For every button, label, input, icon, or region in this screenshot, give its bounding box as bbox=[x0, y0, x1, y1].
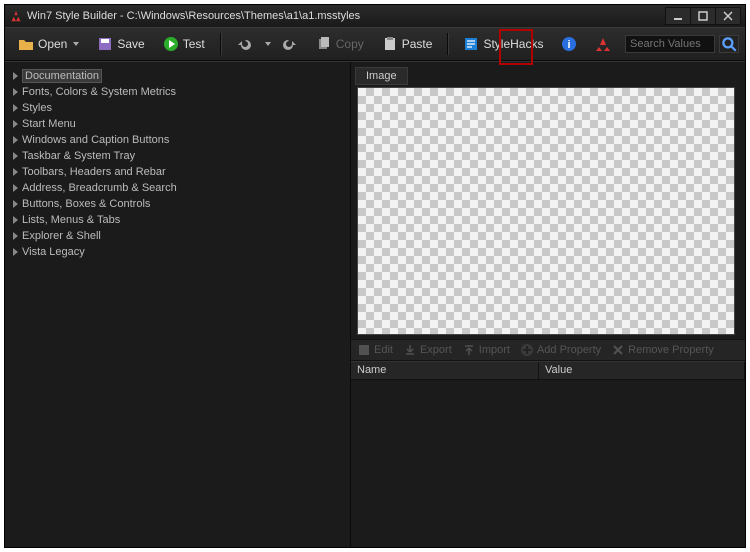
tree-item[interactable]: Windows and Caption Buttons bbox=[9, 132, 346, 148]
property-table-body bbox=[351, 380, 745, 530]
add-property-button[interactable]: Add Property bbox=[520, 343, 601, 357]
tree-pane: Documentation Fonts, Colors & System Metr… bbox=[5, 62, 351, 547]
maximize-button[interactable] bbox=[690, 7, 716, 25]
tree-item-label: Vista Legacy bbox=[22, 246, 85, 258]
tree-item-label: Address, Breadcrumb & Search bbox=[22, 182, 177, 194]
tree-item-label: Documentation bbox=[22, 69, 102, 83]
stylehacks-icon bbox=[463, 36, 479, 52]
export-button[interactable]: Export bbox=[403, 343, 452, 357]
redo-icon bbox=[282, 36, 298, 52]
import-button[interactable]: Import bbox=[462, 343, 510, 357]
test-label: Test bbox=[183, 37, 205, 51]
save-icon bbox=[97, 36, 113, 52]
app-icon bbox=[9, 9, 23, 23]
separator bbox=[220, 33, 221, 55]
save-button[interactable]: Save bbox=[90, 32, 151, 56]
test-button[interactable]: Test bbox=[156, 32, 212, 56]
tree-item-label: Windows and Caption Buttons bbox=[22, 134, 169, 146]
info-button[interactable]: i bbox=[554, 32, 584, 56]
paste-icon bbox=[382, 36, 398, 52]
bug-button[interactable] bbox=[588, 32, 618, 56]
play-icon bbox=[163, 36, 179, 52]
tree-item[interactable]: Documentation bbox=[9, 68, 346, 84]
tree-item[interactable]: Start Menu bbox=[9, 116, 346, 132]
expand-icon bbox=[13, 72, 18, 80]
tree-item[interactable]: Explorer & Shell bbox=[9, 228, 346, 244]
tree-item[interactable]: Taskbar & System Tray bbox=[9, 148, 346, 164]
expand-icon bbox=[13, 200, 18, 208]
expand-icon bbox=[13, 152, 18, 160]
column-header-name[interactable]: Name bbox=[351, 362, 539, 380]
image-tab[interactable]: Image bbox=[355, 67, 408, 85]
separator bbox=[447, 33, 448, 55]
property-table: Name Value bbox=[351, 361, 745, 547]
svg-text:i: i bbox=[568, 39, 571, 51]
expand-icon bbox=[13, 168, 18, 176]
app-window: Win7 Style Builder - C:\Windows\Resource… bbox=[4, 4, 746, 548]
paste-button[interactable]: Paste bbox=[375, 32, 440, 56]
expand-icon bbox=[13, 248, 18, 256]
remove-property-button[interactable]: Remove Property bbox=[611, 343, 714, 357]
undo-icon bbox=[236, 36, 252, 52]
image-preview bbox=[357, 87, 735, 335]
tree-item[interactable]: Address, Breadcrumb & Search bbox=[9, 180, 346, 196]
save-label: Save bbox=[117, 37, 144, 51]
tree-item[interactable]: Vista Legacy bbox=[9, 244, 346, 260]
property-toolbar: Edit Export Import Add Property Remove P… bbox=[351, 339, 745, 361]
add-icon bbox=[520, 343, 534, 357]
tree-item-label: Explorer & Shell bbox=[22, 230, 101, 242]
edit-button[interactable]: Edit bbox=[357, 343, 393, 357]
copy-label: Copy bbox=[336, 37, 364, 51]
search-icon bbox=[720, 35, 738, 53]
expand-icon bbox=[13, 88, 18, 96]
stylehacks-label: StyleHacks bbox=[483, 37, 543, 51]
tree-item-label: Fonts, Colors & System Metrics bbox=[22, 86, 176, 98]
copy-button[interactable]: Copy bbox=[309, 32, 371, 56]
remove-icon bbox=[611, 343, 625, 357]
expand-icon bbox=[13, 216, 18, 224]
tree-item-label: Styles bbox=[22, 102, 52, 114]
undo-button[interactable] bbox=[229, 32, 259, 56]
chevron-down-icon[interactable] bbox=[265, 42, 271, 46]
chevron-down-icon bbox=[73, 42, 79, 46]
info-icon: i bbox=[561, 36, 577, 52]
tree-item[interactable]: Styles bbox=[9, 100, 346, 116]
tree-item[interactable]: Fonts, Colors & System Metrics bbox=[9, 84, 346, 100]
expand-icon bbox=[13, 120, 18, 128]
tree-item[interactable]: Toolbars, Headers and Rebar bbox=[9, 164, 346, 180]
titlebar: Win7 Style Builder - C:\Windows\Resource… bbox=[5, 5, 745, 27]
stylehacks-button[interactable]: StyleHacks bbox=[456, 32, 550, 56]
paste-label: Paste bbox=[402, 37, 433, 51]
expand-icon bbox=[13, 184, 18, 192]
expand-icon bbox=[13, 104, 18, 112]
search-button[interactable] bbox=[719, 35, 739, 53]
column-header-value[interactable]: Value bbox=[539, 362, 745, 380]
tree-item-label: Lists, Menus & Tabs bbox=[22, 214, 120, 226]
open-button[interactable]: Open bbox=[11, 32, 86, 56]
search-input[interactable] bbox=[625, 35, 715, 53]
edit-icon bbox=[357, 343, 371, 357]
tree-item-label: Taskbar & System Tray bbox=[22, 150, 135, 162]
tree-item[interactable]: Lists, Menus & Tabs bbox=[9, 212, 346, 228]
tree-item-label: Buttons, Boxes & Controls bbox=[22, 198, 150, 210]
open-label: Open bbox=[38, 37, 67, 51]
folder-icon bbox=[18, 36, 34, 52]
import-icon bbox=[462, 343, 476, 357]
tree-item-label: Toolbars, Headers and Rebar bbox=[22, 166, 166, 178]
main-toolbar: Open Save Test Copy Paste Sty bbox=[5, 27, 745, 61]
window-title: Win7 Style Builder - C:\Windows\Resource… bbox=[27, 10, 666, 22]
bug-icon bbox=[595, 36, 611, 52]
copy-icon bbox=[316, 36, 332, 52]
tree-item[interactable]: Buttons, Boxes & Controls bbox=[9, 196, 346, 212]
right-pane: Image Edit Export Import bbox=[351, 62, 745, 547]
expand-icon bbox=[13, 136, 18, 144]
redo-button[interactable] bbox=[275, 32, 305, 56]
tree-item-label: Start Menu bbox=[22, 118, 76, 130]
expand-icon bbox=[13, 232, 18, 240]
minimize-button[interactable] bbox=[665, 7, 691, 25]
export-icon bbox=[403, 343, 417, 357]
close-button[interactable] bbox=[715, 7, 741, 25]
